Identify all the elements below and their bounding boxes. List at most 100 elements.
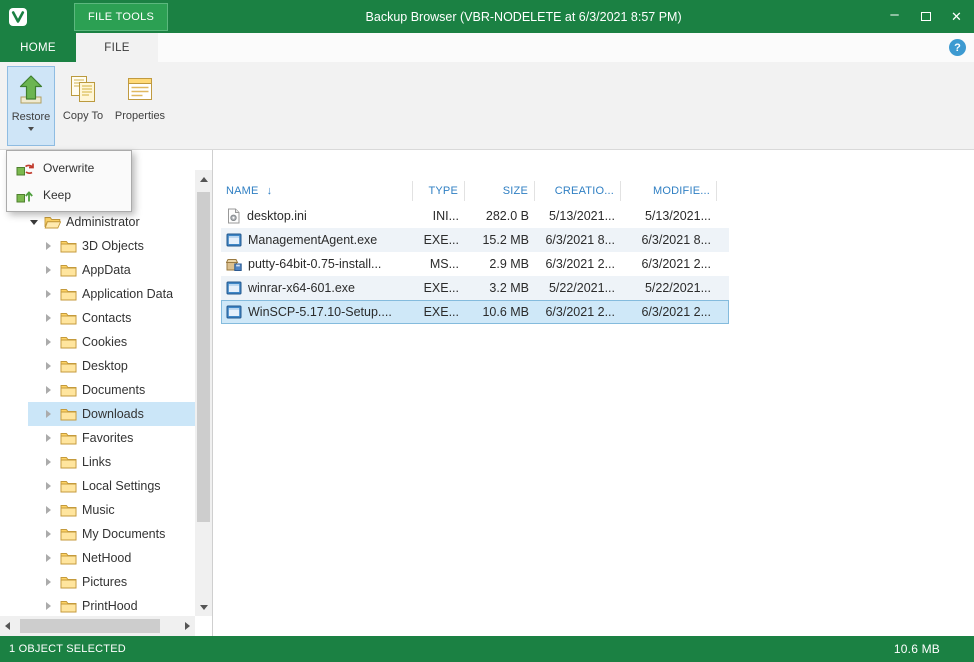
folder-icon bbox=[60, 311, 77, 325]
column-header-type[interactable]: TYPE bbox=[413, 181, 465, 201]
tree-item-3d-objects[interactable]: 3D Objects bbox=[28, 234, 195, 258]
expand-icon[interactable] bbox=[46, 338, 59, 346]
tree-item-administrator[interactable]: Administrator bbox=[28, 210, 195, 234]
tree-item-contacts[interactable]: Contacts bbox=[28, 306, 195, 330]
restore-button-label: Restore bbox=[12, 111, 51, 124]
scroll-right-icon[interactable] bbox=[185, 622, 190, 630]
folder-icon bbox=[60, 383, 77, 397]
file-list-body: desktop.iniINI...282.0 B5/13/2021...5/13… bbox=[221, 204, 729, 324]
ribbon-toolbar: Restore Copy To Properties bbox=[0, 62, 974, 150]
column-header-label: SIZE bbox=[503, 185, 528, 197]
tab-file[interactable]: FILE bbox=[76, 33, 158, 62]
minimize-button[interactable]: – bbox=[879, 0, 910, 33]
expand-icon[interactable] bbox=[46, 434, 59, 442]
file-row-desktop-ini[interactable]: desktop.iniINI...282.0 B5/13/2021...5/13… bbox=[221, 204, 729, 228]
tree-item-downloads[interactable]: Downloads bbox=[28, 402, 195, 426]
expand-icon[interactable] bbox=[46, 290, 59, 298]
restore-dropdown-menu: Overwrite Keep bbox=[6, 150, 132, 212]
expand-icon[interactable] bbox=[46, 530, 59, 538]
file-row-winrar-x64-601-exe[interactable]: winrar-x64-601.exeEXE...3.2 MB5/22/2021.… bbox=[221, 276, 729, 300]
tree-item-application-data[interactable]: Application Data bbox=[28, 282, 195, 306]
tree-item-label: My Documents bbox=[82, 527, 165, 541]
tree-item-music[interactable]: Music bbox=[28, 498, 195, 522]
menu-item-keep[interactable]: Keep bbox=[9, 181, 129, 208]
folder-icon bbox=[60, 599, 77, 613]
tree-horizontal-scrollbar[interactable] bbox=[0, 616, 195, 636]
properties-icon bbox=[124, 73, 156, 109]
tree-item-documents[interactable]: Documents bbox=[28, 378, 195, 402]
column-header-name[interactable]: NAME ↓ bbox=[221, 181, 413, 201]
file-size: 282.0 B bbox=[465, 209, 535, 223]
properties-button-label: Properties bbox=[115, 110, 165, 123]
expand-icon[interactable] bbox=[46, 458, 59, 466]
help-button[interactable]: ? bbox=[949, 39, 966, 56]
scroll-down-icon[interactable] bbox=[200, 605, 208, 610]
tree-item-desktop[interactable]: Desktop bbox=[28, 354, 195, 378]
tree-item-local-settings[interactable]: Local Settings bbox=[28, 474, 195, 498]
close-button[interactable]: ✕ bbox=[941, 0, 972, 33]
file-row-winscp-5-17-10-setup[interactable]: WinSCP-5.17.10-Setup....EXE...10.6 MB6/3… bbox=[221, 300, 729, 324]
file-name-cell: ManagementAgent.exe bbox=[221, 232, 413, 248]
tree-item-appdata[interactable]: AppData bbox=[28, 258, 195, 282]
tree-item-cookies[interactable]: Cookies bbox=[28, 330, 195, 354]
tab-home[interactable]: HOME bbox=[0, 33, 76, 62]
folder-icon bbox=[60, 503, 77, 517]
copy-to-button-label: Copy To bbox=[63, 110, 103, 123]
file-name-cell: WinSCP-5.17.10-Setup.... bbox=[221, 304, 413, 320]
tree-item-links[interactable]: Links bbox=[28, 450, 195, 474]
restore-button[interactable]: Restore bbox=[7, 66, 55, 146]
tree-item-label: Music bbox=[82, 503, 115, 517]
maximize-icon bbox=[921, 12, 931, 21]
file-name: putty-64bit-0.75-install... bbox=[248, 257, 381, 271]
vertical-scrollbar-thumb[interactable] bbox=[197, 192, 210, 522]
properties-button[interactable]: Properties bbox=[111, 66, 169, 146]
file-type: EXE... bbox=[413, 305, 465, 319]
expand-icon[interactable] bbox=[46, 602, 59, 610]
expand-icon[interactable] bbox=[46, 266, 59, 274]
tree-item-nethood[interactable]: NetHood bbox=[28, 546, 195, 570]
tree-item-label: Local Settings bbox=[82, 479, 161, 493]
horizontal-scrollbar-thumb[interactable] bbox=[20, 619, 160, 633]
folder-icon bbox=[60, 239, 77, 253]
expand-icon[interactable] bbox=[46, 578, 59, 586]
collapse-icon[interactable] bbox=[30, 220, 43, 225]
file-modified: 6/3/2021 8... bbox=[621, 233, 717, 247]
folder-tree-panel: Administrator3D ObjectsAppDataApplicatio… bbox=[0, 150, 213, 636]
scroll-up-icon[interactable] bbox=[200, 177, 208, 182]
expand-icon[interactable] bbox=[46, 242, 59, 250]
expand-icon[interactable] bbox=[46, 506, 59, 514]
file-modified: 5/13/2021... bbox=[621, 209, 717, 223]
expand-icon[interactable] bbox=[46, 314, 59, 322]
content-area: Administrator3D ObjectsAppDataApplicatio… bbox=[0, 150, 974, 636]
column-header-label: CREATIO... bbox=[555, 185, 614, 197]
menu-item-overwrite[interactable]: Overwrite bbox=[9, 154, 129, 181]
restore-keep-icon bbox=[16, 187, 34, 203]
tree-item-my-documents[interactable]: My Documents bbox=[28, 522, 195, 546]
tree-vertical-scrollbar[interactable] bbox=[195, 170, 212, 616]
tree-item-favorites[interactable]: Favorites bbox=[28, 426, 195, 450]
column-header-size[interactable]: SIZE bbox=[465, 181, 535, 201]
file-type: INI... bbox=[413, 209, 465, 223]
ribbon-tab-bar: HOME FILE ? bbox=[0, 33, 974, 62]
copy-to-button[interactable]: Copy To bbox=[59, 66, 107, 146]
file-row-putty-64bit-0-75-install[interactable]: putty-64bit-0.75-install...MS...2.9 MB6/… bbox=[221, 252, 729, 276]
file-row-managementagent-exe[interactable]: ManagementAgent.exeEXE...15.2 MB6/3/2021… bbox=[221, 228, 729, 252]
column-header-label: NAME bbox=[226, 185, 259, 197]
expand-icon[interactable] bbox=[46, 554, 59, 562]
tree-item-printhood[interactable]: PrintHood bbox=[28, 594, 195, 616]
column-header-created[interactable]: CREATIO... bbox=[535, 181, 621, 201]
folder-icon bbox=[60, 575, 77, 589]
status-selected-count: 1 OBJECT SELECTED bbox=[9, 643, 126, 655]
restore-overwrite-icon bbox=[16, 160, 34, 176]
sort-descending-icon: ↓ bbox=[267, 185, 273, 197]
maximize-button[interactable] bbox=[910, 0, 941, 33]
tree-item-pictures[interactable]: Pictures bbox=[28, 570, 195, 594]
expand-icon[interactable] bbox=[46, 386, 59, 394]
column-header-modified[interactable]: MODIFIE... bbox=[621, 181, 717, 201]
expand-icon[interactable] bbox=[46, 410, 59, 418]
window-title: Backup Browser (VBR-NODELETE at 6/3/2021… bbox=[168, 10, 879, 24]
minimize-icon: – bbox=[890, 10, 898, 20]
scroll-left-icon[interactable] bbox=[5, 622, 10, 630]
expand-icon[interactable] bbox=[46, 482, 59, 490]
expand-icon[interactable] bbox=[46, 362, 59, 370]
